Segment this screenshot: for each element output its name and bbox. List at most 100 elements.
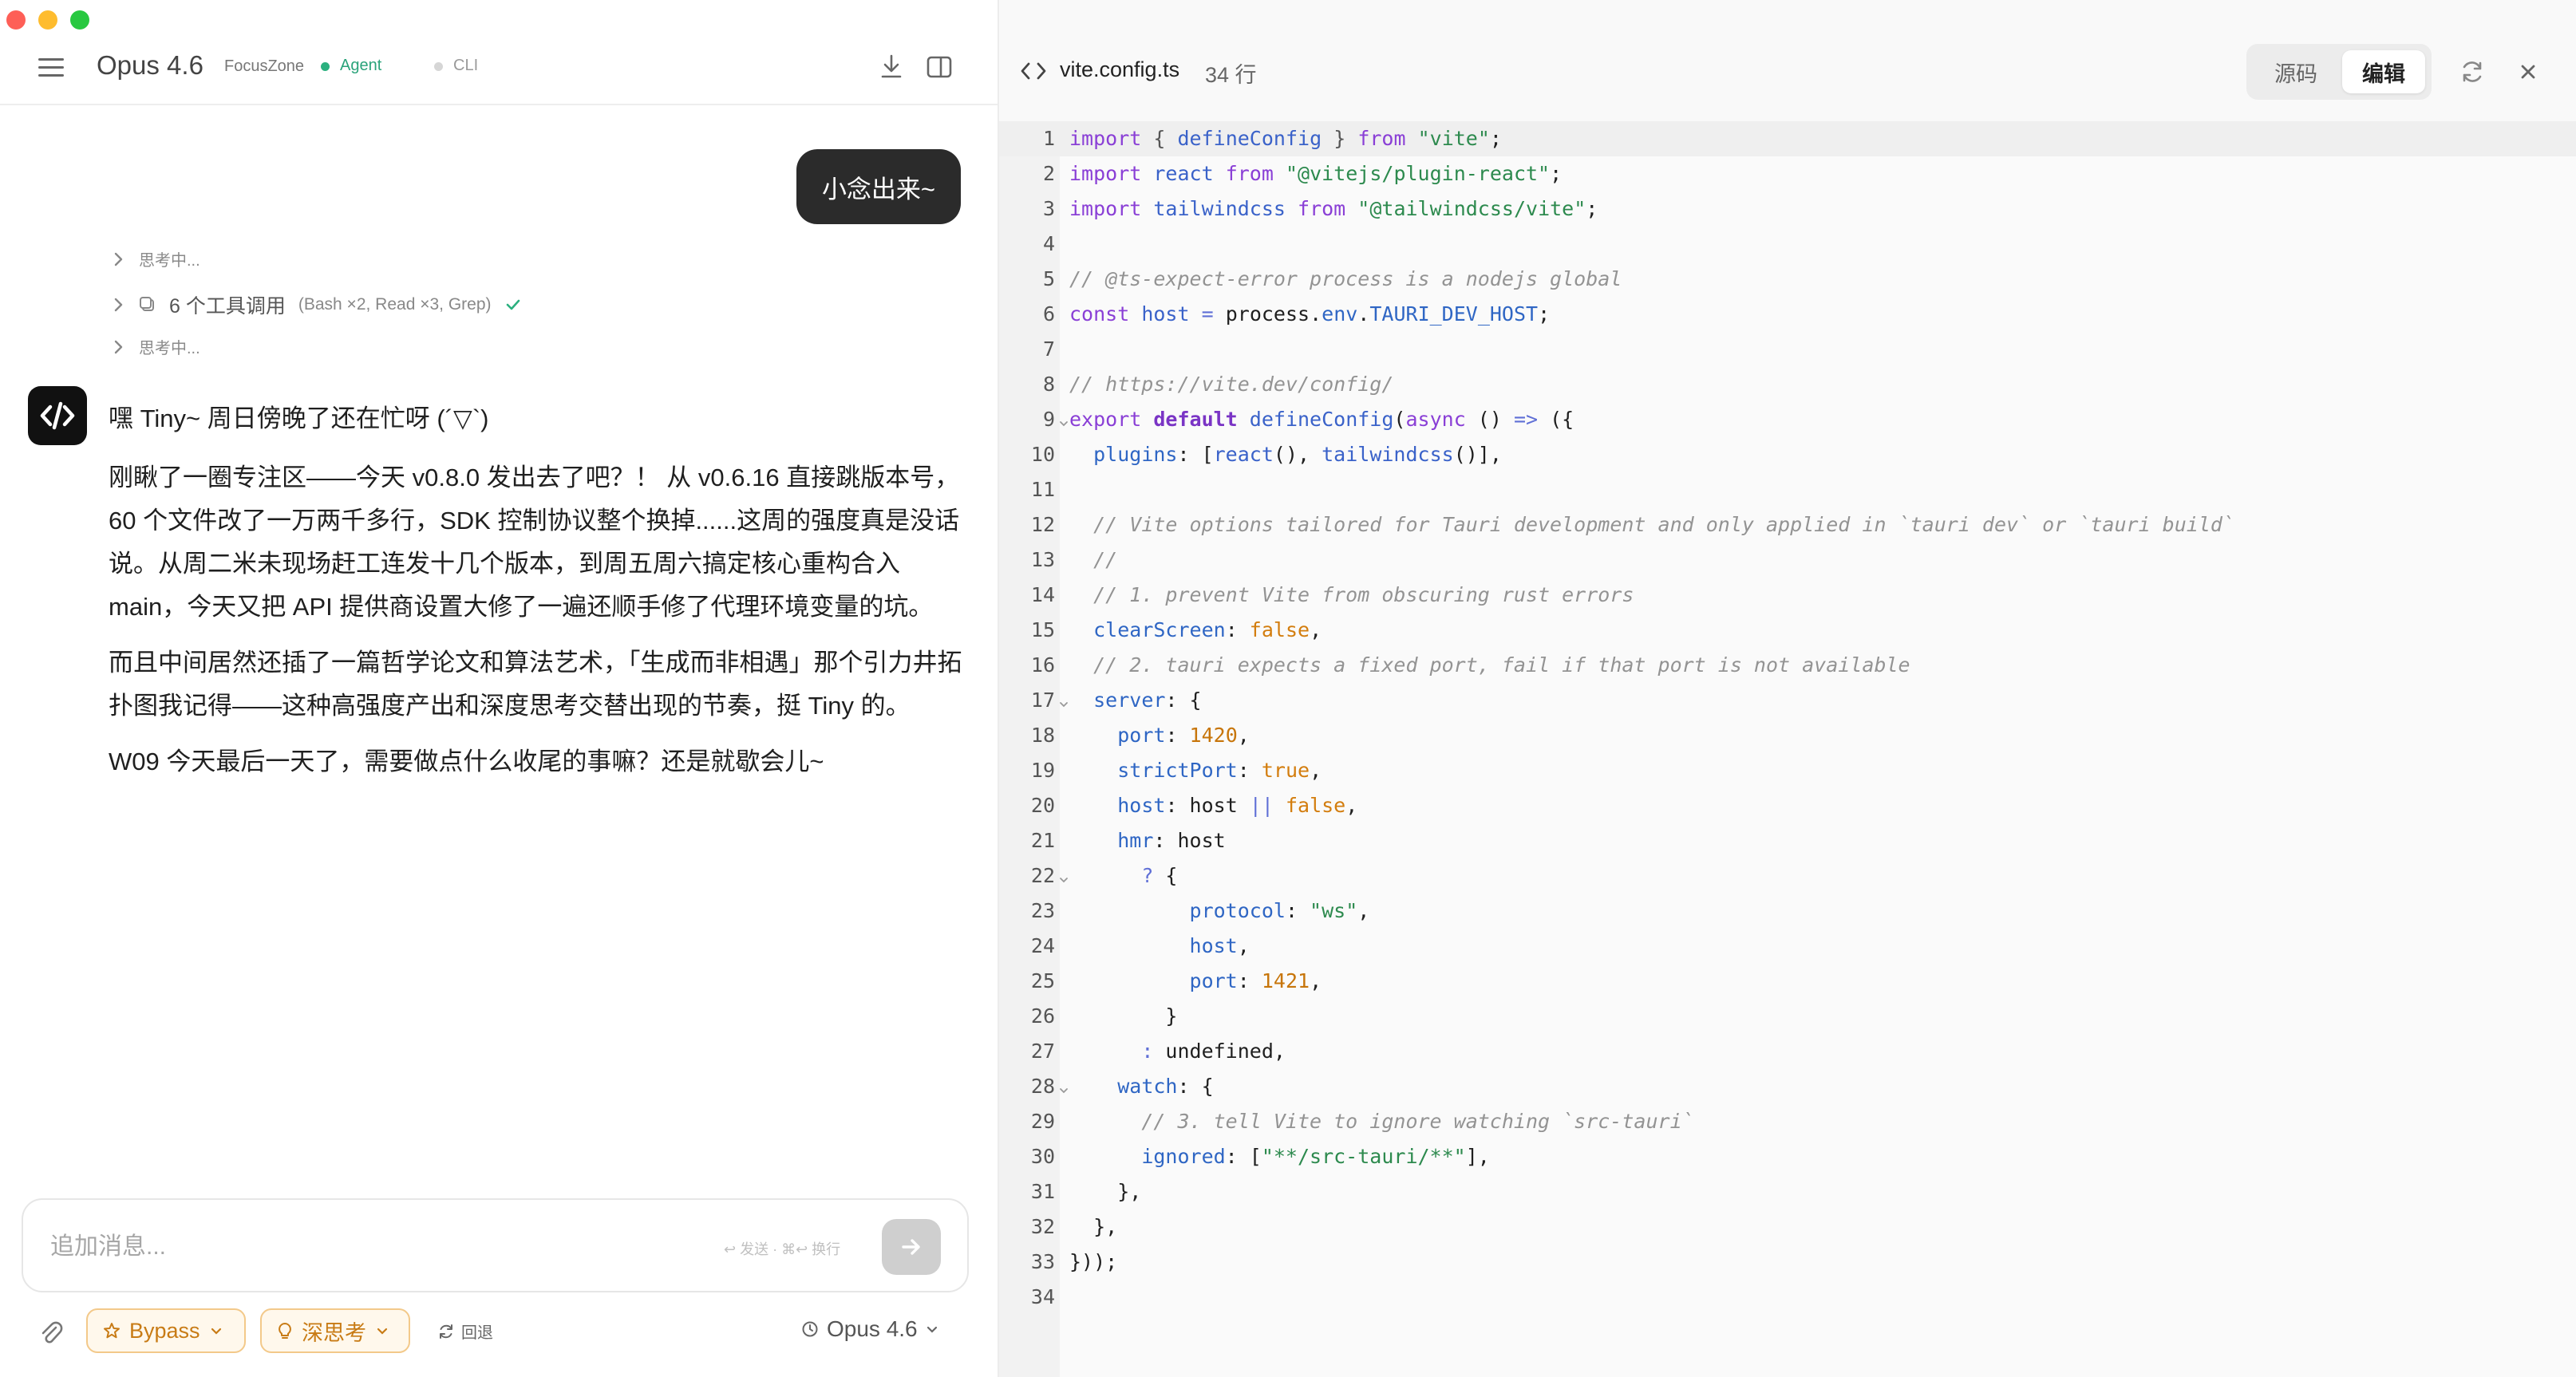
code-line[interactable]: 18 port: 1420, <box>999 718 2576 753</box>
code-line[interactable]: 30 ignored: ["**/src-tauri/**"], <box>999 1139 2576 1174</box>
code-line[interactable]: 19 strictPort: true, <box>999 753 2576 788</box>
code-viewer-pane: vite.config.ts 34 行 源码 编辑 1 import { defi… <box>999 0 2576 1377</box>
deep-think-dropdown[interactable]: 深思考 <box>260 1308 410 1353</box>
code-line[interactable]: 29 // 3. tell Vite to ignore watching `s… <box>999 1104 2576 1139</box>
code-line[interactable]: 22 ? { <box>999 858 2576 894</box>
code-line[interactable]: 32 }, <box>999 1209 2576 1245</box>
code-line[interactable]: 16 // 2. tauri expects a fixed port, fai… <box>999 648 2576 683</box>
assistant-greeting: 嘿 Tiny~ 周日傍晚了还在忙呀 (´▽`) <box>109 404 489 432</box>
rollback-label: 回退 <box>461 1324 493 1342</box>
model-title: Opus 4.6 <box>97 50 203 80</box>
line-number: 12 <box>1030 513 1055 536</box>
code-line[interactable]: 4 <box>999 227 2576 262</box>
code-text: // @ts-expect-error process is a nodejs … <box>1069 267 1622 290</box>
model-selector-label: Opus 4.6 <box>827 1316 918 1341</box>
paperclip-icon[interactable] <box>37 1318 65 1347</box>
line-number: 25 <box>1030 969 1055 992</box>
line-number: 6 <box>1042 302 1055 326</box>
line-number: 22 <box>1030 864 1055 887</box>
code-text: ignored: ["**/src-tauri/**"], <box>1141 1145 1490 1168</box>
bypass-mode-dropdown[interactable]: Bypass <box>86 1308 246 1353</box>
tool-icon <box>140 297 154 311</box>
view-mode-toggle: 源码 编辑 <box>2246 44 2432 100</box>
line-number: 2 <box>1042 162 1055 185</box>
composer-toolbar: Bypass 深思考 回退 Opus 4.6 <box>0 1305 998 1356</box>
thinking-label: 思考中... <box>139 340 200 357</box>
tab-edit[interactable]: 编辑 <box>2342 50 2425 93</box>
send-button[interactable] <box>882 1219 941 1275</box>
close-icon[interactable] <box>2514 57 2542 86</box>
tab-source[interactable]: 源码 <box>2254 50 2337 93</box>
code-line[interactable]: 10 plugins: [react(), tailwindcss()], <box>999 437 2576 472</box>
code-text: : undefined, <box>1141 1040 1286 1063</box>
code-line[interactable]: 13 // <box>999 543 2576 578</box>
line-number: 3 <box>1042 197 1055 220</box>
window-minimize-button[interactable] <box>38 10 57 30</box>
tool-calls-step[interactable]: 6 个工具调用 (Bash ×2, Read ×3, Grep) <box>109 290 522 319</box>
code-line[interactable]: 5 // @ts-expect-error process is a nodejs… <box>999 262 2576 297</box>
code-text: protocol: "ws", <box>1189 899 1370 922</box>
model-selector[interactable]: Opus 4.6 <box>801 1316 938 1342</box>
mode-cli[interactable]: CLI <box>433 57 478 75</box>
code-line[interactable]: 21 hmr: host <box>999 823 2576 858</box>
code-line[interactable]: 34 <box>999 1280 2576 1315</box>
mode-agent[interactable]: Agent <box>320 57 381 75</box>
refresh-icon[interactable] <box>2456 56 2488 88</box>
rollback-button[interactable]: 回退 <box>437 1320 493 1343</box>
window-close-button[interactable] <box>6 10 26 30</box>
code-line[interactable]: 1 import { defineConfig } from "vite"; <box>999 121 2576 156</box>
line-number: 18 <box>1030 724 1055 747</box>
code-line[interactable]: 15 clearScreen: false, <box>999 613 2576 648</box>
code-line[interactable]: 20 host: host || false, <box>999 788 2576 823</box>
assistant-paragraph: 刚瞅了一圈专注区——今天 v0.8.0 发出去了吧？！ 从 v0.6.16 直接… <box>109 464 960 621</box>
code-text: watch: { <box>1117 1075 1214 1098</box>
code-text: // 2. tauri expects a fixed port, fail i… <box>1093 653 1910 677</box>
code-line[interactable]: 8 // https://vite.dev/config/ <box>999 367 2576 402</box>
refresh-icon <box>440 1324 452 1339</box>
line-number: 32 <box>1030 1215 1055 1238</box>
download-icon[interactable] <box>874 49 909 85</box>
line-number: 29 <box>1030 1110 1055 1133</box>
code-line[interactable]: 28 watch: { <box>999 1069 2576 1104</box>
tool-calls-args: (Bash ×2, Read ×3, Grep) <box>298 295 492 314</box>
thinking-step[interactable]: 思考中... <box>109 247 200 270</box>
thinking-step[interactable]: 思考中... <box>109 335 200 358</box>
code-line[interactable]: 23 protocol: "ws", <box>999 894 2576 929</box>
code-line[interactable]: 7 <box>999 332 2576 367</box>
code-line[interactable]: 33})); <box>999 1245 2576 1280</box>
deep-think-label: 深思考 <box>302 1320 366 1345</box>
menu-icon[interactable] <box>38 58 64 77</box>
code-line[interactable]: 12 // Vite options tailored for Tauri de… <box>999 507 2576 543</box>
code-text: plugins: [react(), tailwindcss()], <box>1093 443 1502 466</box>
line-number: 23 <box>1030 899 1055 922</box>
panel-toggle-icon[interactable] <box>922 49 957 85</box>
chevron-down-icon <box>211 1328 221 1335</box>
line-number: 33 <box>1030 1250 1055 1273</box>
line-number: 11 <box>1030 478 1055 501</box>
message-composer: ↩ 发送 · ⌘↩ 换行 <box>22 1198 969 1292</box>
chat-header: Opus 4.6 FocusZone Agent CLI <box>0 32 998 105</box>
line-number: 13 <box>1030 548 1055 571</box>
message-input[interactable] <box>50 1229 705 1265</box>
code-line[interactable]: 25 port: 1421, <box>999 964 2576 999</box>
line-number: 4 <box>1042 232 1055 255</box>
assistant-paragraph: 而且中间居然还插了一篇哲学论文和算法艺术，「生成而非相遇」那个引力井拓扑图我记得… <box>109 649 962 720</box>
code-line[interactable]: 27 : undefined, <box>999 1034 2576 1069</box>
code-line[interactable]: 11 <box>999 472 2576 507</box>
code-line[interactable]: 14 // 1. prevent Vite from obscuring rus… <box>999 578 2576 613</box>
user-message-bubble: 小念出来~ <box>796 149 961 224</box>
chevron-down-icon <box>926 1326 937 1333</box>
code-line[interactable]: 24 host, <box>999 929 2576 964</box>
code-line[interactable]: 31 }, <box>999 1174 2576 1209</box>
code-text: strictPort: true, <box>1117 759 1322 782</box>
code-line[interactable]: 2 import react from "@vitejs/plugin-react… <box>999 156 2576 191</box>
code-line[interactable]: 17 server: { <box>999 683 2576 718</box>
code-line[interactable]: 9 export default defineConfig(async () =>… <box>999 402 2576 437</box>
code-line[interactable]: 26 } <box>999 999 2576 1034</box>
line-number: 26 <box>1030 1004 1055 1028</box>
code-line[interactable]: 6 const host = process.env.TAURI_DEV_HOST… <box>999 297 2576 332</box>
code-line[interactable]: 3 import tailwindcss from "@tailwindcss/v… <box>999 191 2576 227</box>
code-text: // <box>1093 548 1118 571</box>
window-maximize-button[interactable] <box>70 10 89 30</box>
code-text: })); <box>1069 1250 1118 1273</box>
